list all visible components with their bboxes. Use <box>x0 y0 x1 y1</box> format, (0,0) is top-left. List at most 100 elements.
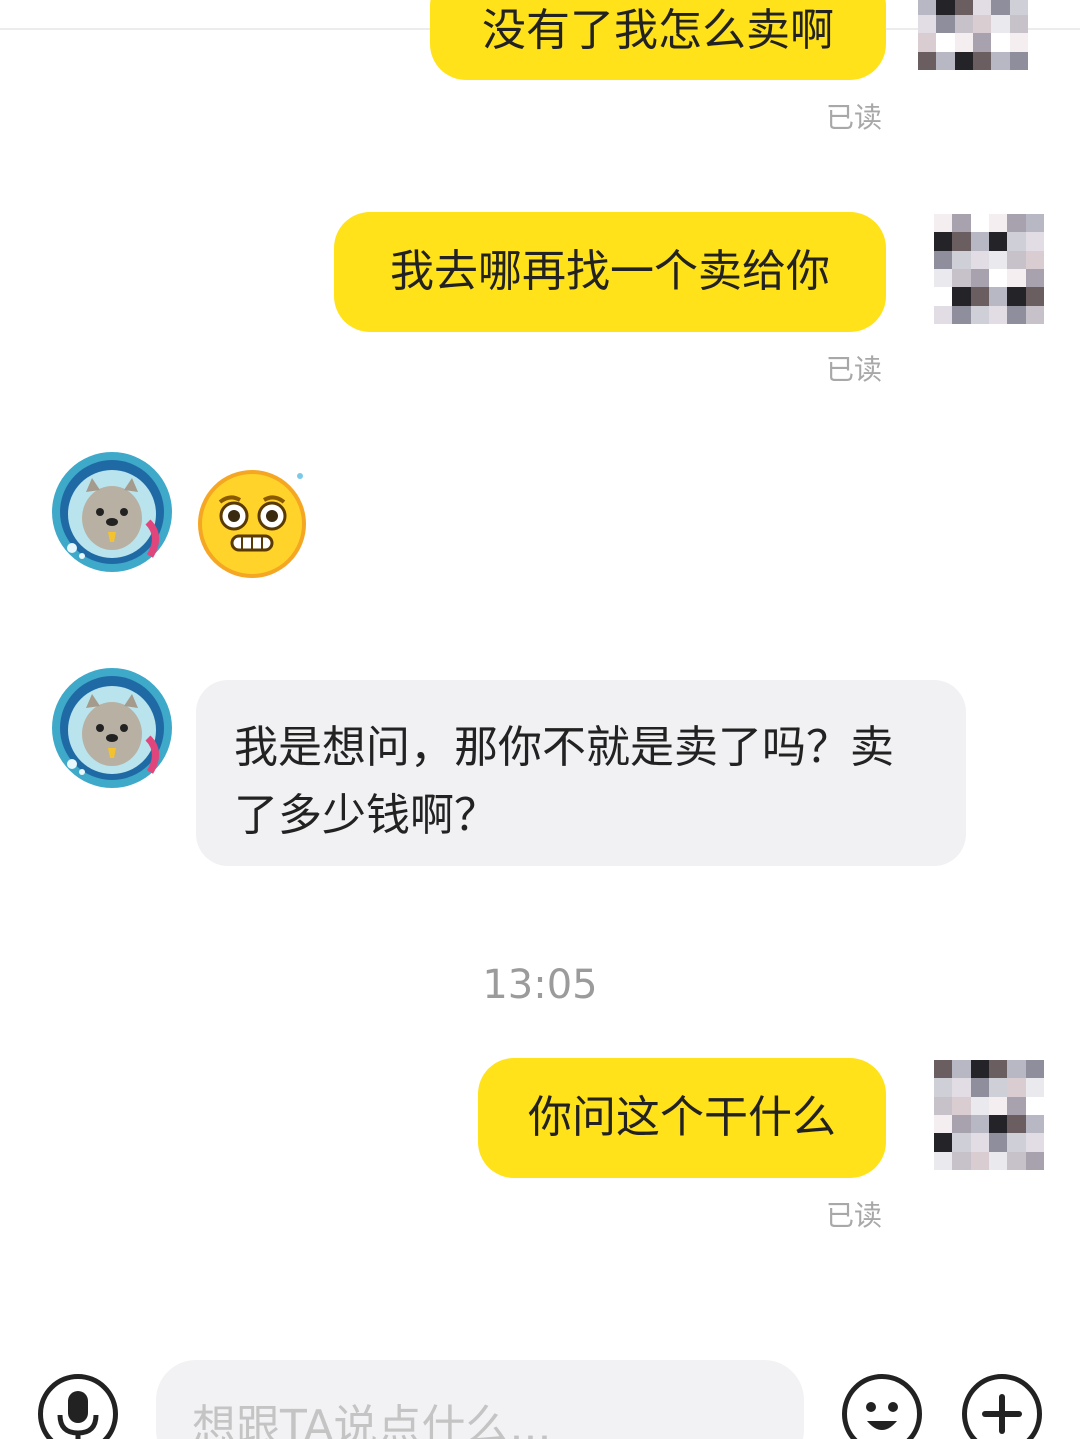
avatar-mosaic-tile <box>970 305 989 324</box>
avatar-mosaic-tile <box>989 1060 1008 1079</box>
my-message-bubble[interactable]: 我去哪再找一个卖给你 <box>334 212 886 332</box>
avatar-mosaic-tile <box>954 15 973 34</box>
avatar-mosaic-tile <box>1025 232 1044 251</box>
avatar-mosaic-tile <box>970 1133 989 1152</box>
my-avatar[interactable] <box>918 0 1028 70</box>
avatar-mosaic-tile <box>970 1115 989 1134</box>
avatar-mosaic-tile <box>1009 15 1028 34</box>
avatar-mosaic-tile <box>989 305 1008 324</box>
avatar-mosaic-tile <box>936 33 955 52</box>
avatar-mosaic-tile <box>1025 305 1044 324</box>
avatar-mosaic-tile <box>934 1133 953 1152</box>
my-avatar[interactable] <box>934 214 1044 324</box>
avatar-mosaic-tile <box>936 15 955 34</box>
avatar-mosaic-tile <box>991 33 1010 52</box>
avatar-mosaic-tile <box>970 1060 989 1079</box>
message-timestamp: 13:05 <box>482 962 598 1008</box>
avatar-mosaic-tile <box>952 232 971 251</box>
voice-button[interactable] <box>38 1374 118 1439</box>
avatar-mosaic-tile <box>952 1060 971 1079</box>
avatar-mosaic-tile <box>1007 269 1026 288</box>
message-input[interactable] <box>156 1360 804 1439</box>
avatar-mosaic-tile <box>991 15 1010 34</box>
emoji-button[interactable] <box>842 1374 922 1439</box>
avatar-mosaic-tile <box>970 1151 989 1170</box>
avatar-mosaic-tile <box>970 269 989 288</box>
avatar-mosaic-tile <box>952 305 971 324</box>
avatar-mosaic-tile <box>1007 1151 1026 1170</box>
their-message-bubble[interactable]: 我是想问，那你不就是卖了吗？卖了多少钱啊？ <box>196 680 966 866</box>
avatar-mosaic-tile <box>936 0 955 15</box>
avatar-mosaic-tile <box>934 250 953 269</box>
avatar-mosaic-tile <box>991 51 1010 70</box>
avatar-mosaic-tile <box>1007 305 1026 324</box>
avatar-mosaic-tile <box>934 1115 953 1134</box>
avatar-mosaic-tile <box>1007 287 1026 306</box>
avatar-mosaic-tile <box>934 305 953 324</box>
avatar-mosaic-tile <box>973 0 992 15</box>
avatar-mosaic-tile <box>1025 214 1044 233</box>
my-message-bubble[interactable]: 你问这个干什么 <box>478 1058 886 1178</box>
avatar-mosaic-tile <box>991 0 1010 15</box>
avatar-mosaic-tile <box>989 1096 1008 1115</box>
avatar-mosaic-tile <box>1025 287 1044 306</box>
microphone-icon <box>57 1391 99 1439</box>
avatar-mosaic-tile <box>1009 0 1028 15</box>
avatar-mosaic-tile <box>1025 1078 1044 1097</box>
avatar-mosaic-tile <box>934 1151 953 1170</box>
avatar-mosaic-tile <box>934 232 953 251</box>
avatar-mosaic-tile <box>952 250 971 269</box>
avatar-mosaic-tile <box>952 1151 971 1170</box>
more-button[interactable] <box>962 1374 1042 1439</box>
my-avatar[interactable] <box>934 1060 1044 1170</box>
avatar-mosaic-tile <box>934 1078 953 1097</box>
avatar-mosaic-tile <box>1007 214 1026 233</box>
avatar-mosaic-tile <box>970 232 989 251</box>
avatar-mosaic-tile <box>918 51 937 70</box>
avatar-mosaic-tile <box>989 269 1008 288</box>
my-message-bubble[interactable]: 没有了我怎么卖啊 <box>430 0 886 80</box>
avatar-mosaic-tile <box>1025 1060 1044 1079</box>
avatar-mosaic-tile <box>954 51 973 70</box>
avatar-mosaic-tile <box>952 214 971 233</box>
avatar-mosaic-tile <box>934 1096 953 1115</box>
avatar-mosaic-tile <box>973 33 992 52</box>
avatar-mosaic-tile <box>952 1115 971 1134</box>
avatar-mosaic-tile <box>989 232 1008 251</box>
avatar-mosaic-tile <box>970 250 989 269</box>
avatar-mosaic-tile <box>1025 1133 1044 1152</box>
avatar-mosaic-tile <box>952 1096 971 1115</box>
avatar-mosaic-tile <box>936 51 955 70</box>
avatar-mosaic-tile <box>934 287 953 306</box>
avatar-mosaic-tile <box>989 1115 1008 1134</box>
avatar-mosaic-tile <box>970 1096 989 1115</box>
avatar-mosaic-tile <box>970 287 989 306</box>
anxious-face-emoji-icon[interactable] <box>198 466 310 578</box>
avatar-mosaic-tile <box>934 214 953 233</box>
contact-avatar[interactable] <box>52 452 172 572</box>
avatar-mosaic-tile <box>1025 250 1044 269</box>
avatar-mosaic-tile <box>1009 51 1028 70</box>
avatar-mosaic-tile <box>1025 1096 1044 1115</box>
avatar-mosaic-tile <box>989 214 1008 233</box>
avatar-mosaic-tile <box>934 269 953 288</box>
avatar-mosaic-tile <box>1007 1133 1026 1152</box>
avatar-mosaic-tile <box>918 15 937 34</box>
avatar-mosaic-tile <box>989 1078 1008 1097</box>
avatar-mosaic-tile <box>918 33 937 52</box>
read-receipt: 已读 <box>826 1199 883 1232</box>
avatar-mosaic-tile <box>1007 250 1026 269</box>
avatar-mosaic-tile <box>952 1078 971 1097</box>
avatar-mosaic-tile <box>952 287 971 306</box>
contact-avatar[interactable] <box>52 668 172 788</box>
avatar-mosaic-tile <box>1025 1115 1044 1134</box>
avatar-mosaic-tile <box>1007 232 1026 251</box>
avatar-mosaic-tile <box>1007 1060 1026 1079</box>
avatar-mosaic-tile <box>1025 1151 1044 1170</box>
avatar-mosaic-tile <box>952 1133 971 1152</box>
plus-icon <box>982 1394 1022 1434</box>
avatar-mosaic-tile <box>989 1133 1008 1152</box>
avatar-mosaic-tile <box>934 1060 953 1079</box>
avatar-mosaic-tile <box>989 287 1008 306</box>
avatar-mosaic-tile <box>970 214 989 233</box>
